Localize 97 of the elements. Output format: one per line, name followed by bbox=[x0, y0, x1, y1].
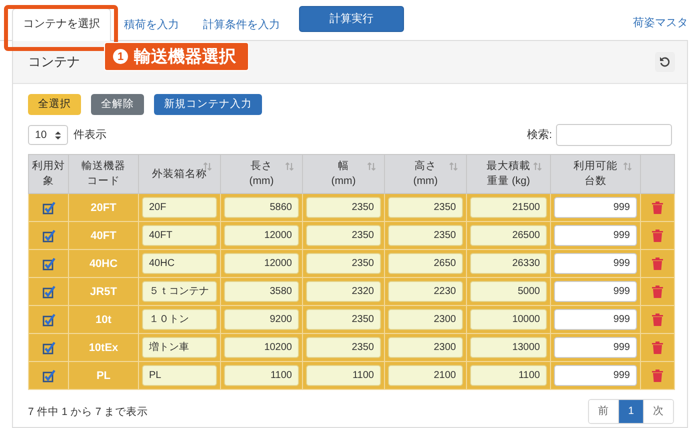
quantity-field[interactable]: 999 bbox=[554, 337, 637, 358]
length-field[interactable]: 3580 bbox=[224, 281, 299, 302]
refresh-button[interactable] bbox=[655, 52, 675, 72]
length-field[interactable]: 5860 bbox=[224, 197, 299, 218]
height-field[interactable]: 2230 bbox=[388, 281, 463, 302]
quantity-field[interactable]: 999 bbox=[554, 253, 637, 274]
column-header: 輸送機器 コード bbox=[82, 160, 126, 187]
search-field[interactable] bbox=[556, 124, 672, 146]
trash-icon[interactable] bbox=[652, 285, 663, 298]
checkbox-icon[interactable] bbox=[42, 368, 56, 383]
name-field[interactable]: 20F bbox=[142, 197, 217, 218]
name-field[interactable]: 40FT bbox=[142, 225, 217, 246]
new-container-button[interactable]: 新規コンテナ入力 bbox=[154, 94, 262, 115]
column-header: 最大積載 重量 (kg) bbox=[486, 160, 530, 187]
width-field[interactable]: 2350 bbox=[306, 309, 381, 330]
code-cell: 40FT bbox=[90, 230, 116, 242]
width-field[interactable]: 2350 bbox=[306, 197, 381, 218]
refresh-icon[interactable] bbox=[659, 56, 671, 68]
column-header: 利用対 象 bbox=[32, 160, 65, 187]
deselect-all-button[interactable]: 全解除 bbox=[91, 94, 144, 115]
code-cell: 10tEx bbox=[88, 342, 118, 354]
sort-icon[interactable] bbox=[449, 162, 458, 171]
height-field[interactable]: 2100 bbox=[388, 365, 463, 386]
quantity-field[interactable]: 999 bbox=[554, 197, 637, 218]
select-all-button[interactable]: 全選択 bbox=[28, 94, 81, 115]
length-field[interactable]: 1100 bbox=[224, 365, 299, 386]
tab[interactable]: 計算条件を入力 bbox=[192, 9, 291, 41]
table-info: 7 件中 1 から 7 まで表示 bbox=[28, 404, 148, 418]
name-field[interactable]: １０トン bbox=[142, 309, 217, 330]
checkbox-icon[interactable] bbox=[42, 312, 56, 327]
length-field[interactable]: 12000 bbox=[224, 225, 299, 246]
checkbox-icon[interactable] bbox=[42, 228, 56, 243]
name-field[interactable]: ５ｔコンテナ bbox=[142, 281, 217, 302]
sort-icon[interactable] bbox=[367, 162, 376, 171]
code-cell: 10t bbox=[96, 314, 112, 326]
column-header: 幅 (mm) bbox=[331, 160, 356, 187]
master-link[interactable]: 荷姿マスタ bbox=[633, 16, 688, 40]
name-field[interactable]: 増トン車 bbox=[142, 337, 217, 358]
quantity-field[interactable]: 999 bbox=[554, 281, 637, 302]
spinner-icon bbox=[54, 130, 61, 140]
trash-icon[interactable] bbox=[652, 369, 663, 382]
column-header: 外装箱名称 bbox=[152, 168, 207, 180]
max-load-field[interactable]: 26330 bbox=[470, 253, 547, 274]
column-header: 長さ (mm) bbox=[249, 160, 274, 187]
panel-title: コンテナ bbox=[28, 54, 80, 70]
length-field[interactable]: 10200 bbox=[224, 337, 299, 358]
sort-icon[interactable] bbox=[285, 162, 294, 171]
trash-icon[interactable] bbox=[652, 229, 663, 242]
name-field[interactable]: 40HC bbox=[142, 253, 217, 274]
tab[interactable]: 積荷を入力 bbox=[113, 9, 190, 41]
column-header: 高さ (mm) bbox=[413, 160, 438, 187]
sort-icon[interactable] bbox=[533, 162, 542, 171]
step-number: 1 bbox=[113, 49, 128, 64]
width-field[interactable]: 2320 bbox=[306, 281, 381, 302]
trash-icon[interactable] bbox=[652, 201, 663, 214]
width-field[interactable]: 2350 bbox=[306, 225, 381, 246]
width-field[interactable]: 2350 bbox=[306, 253, 381, 274]
checkbox-icon[interactable] bbox=[42, 284, 56, 299]
trash-icon[interactable] bbox=[652, 341, 663, 354]
search-label: 検索: bbox=[526, 128, 552, 142]
run-button[interactable]: 計算実行 bbox=[299, 6, 404, 32]
max-load-field[interactable]: 21500 bbox=[470, 197, 547, 218]
max-load-field[interactable]: 1100 bbox=[470, 365, 547, 386]
max-load-field[interactable]: 10000 bbox=[470, 309, 547, 330]
tab[interactable]: コンテナを選択 bbox=[12, 8, 111, 41]
page-button[interactable]: 1 bbox=[618, 400, 643, 423]
checkbox-icon[interactable] bbox=[42, 340, 56, 355]
column-header: 利用可能 台数 bbox=[574, 160, 618, 187]
length-field[interactable]: 9200 bbox=[224, 309, 299, 330]
trash-icon[interactable] bbox=[652, 257, 663, 270]
max-load-field[interactable]: 26500 bbox=[470, 225, 547, 246]
quantity-field[interactable]: 999 bbox=[554, 365, 637, 386]
quantity-field[interactable]: 999 bbox=[554, 225, 637, 246]
width-field[interactable]: 1100 bbox=[306, 365, 381, 386]
sort-icon[interactable] bbox=[623, 162, 632, 171]
quantity-field[interactable]: 999 bbox=[554, 309, 637, 330]
name-field[interactable]: PL bbox=[142, 365, 217, 386]
code-cell: 20FT bbox=[90, 202, 116, 214]
page-length-label: 件表示 bbox=[74, 128, 107, 142]
page-button[interactable]: 次 bbox=[643, 400, 673, 423]
height-field[interactable]: 2350 bbox=[388, 225, 463, 246]
trash-icon[interactable] bbox=[652, 313, 663, 326]
height-field[interactable]: 2300 bbox=[388, 309, 463, 330]
checkbox-icon[interactable] bbox=[42, 200, 56, 215]
page-length-select[interactable]: 10 bbox=[28, 125, 68, 145]
width-field[interactable]: 2350 bbox=[306, 337, 381, 358]
length-field[interactable]: 12000 bbox=[224, 253, 299, 274]
height-field[interactable]: 2300 bbox=[388, 337, 463, 358]
code-cell: 40HC bbox=[89, 258, 118, 270]
height-field[interactable]: 2350 bbox=[388, 197, 463, 218]
checkbox-icon[interactable] bbox=[42, 256, 56, 271]
callout-text: 輸送機器選択 bbox=[134, 46, 236, 66]
height-field[interactable]: 2650 bbox=[388, 253, 463, 274]
code-cell: PL bbox=[96, 370, 111, 382]
max-load-field[interactable]: 5000 bbox=[470, 281, 547, 302]
code-cell: JR5T bbox=[90, 286, 117, 298]
max-load-field[interactable]: 13000 bbox=[470, 337, 547, 358]
